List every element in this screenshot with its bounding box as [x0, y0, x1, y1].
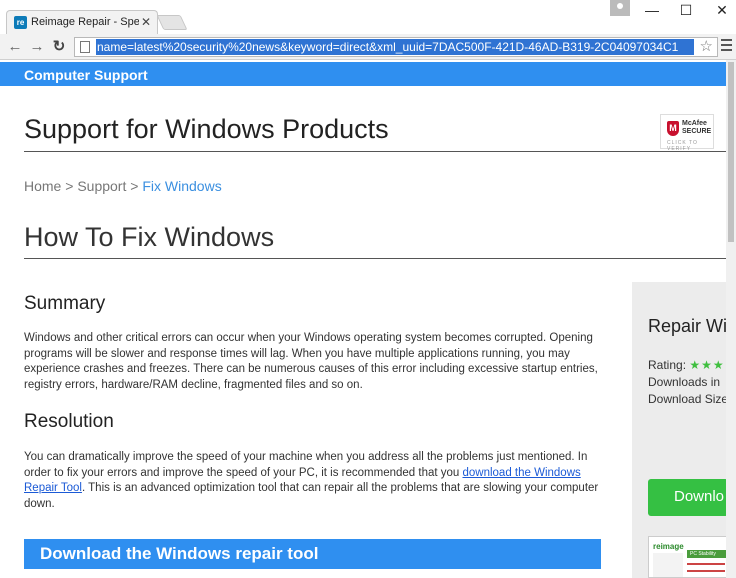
sidebar-rating: Rating: ★★★: [648, 358, 725, 372]
title-divider: [24, 151, 726, 152]
menu-icon[interactable]: [721, 39, 732, 54]
screenshot-row: [687, 563, 725, 565]
browser-tab[interactable]: re Reimage Repair - Speed u ✕: [6, 10, 158, 34]
maximize-button[interactable]: ☐: [676, 2, 696, 19]
sidebar-panel: Repair Wi Rating: ★★★ Downloads in Downl…: [632, 282, 726, 578]
page-scrollbar[interactable]: [726, 60, 736, 578]
breadcrumb-current[interactable]: Fix Windows: [142, 178, 221, 194]
screenshot-sidebar: [653, 553, 683, 577]
sidebar-download-label: Downlo: [674, 488, 725, 505]
close-window-button[interactable]: ✕: [712, 2, 732, 19]
breadcrumb-support[interactable]: Support: [77, 178, 126, 194]
breadcrumb-home[interactable]: Home: [24, 178, 61, 194]
sidebar-size: Download Size: [648, 392, 726, 406]
minimize-button[interactable]: —: [642, 2, 662, 18]
scrollbar-thumb[interactable]: [728, 62, 734, 242]
breadcrumb: Home > Support > Fix Windows: [24, 178, 222, 194]
badge-brand: McAfee: [682, 120, 707, 127]
profile-icon[interactable]: [610, 0, 630, 16]
section-title: How To Fix Windows: [24, 222, 275, 252]
download-banner[interactable]: Download the Windows repair tool: [24, 539, 601, 569]
reload-icon[interactable]: ↻: [50, 38, 68, 56]
new-tab-button[interactable]: [156, 15, 188, 30]
address-bar[interactable]: name=latest%20security%20news&keyword=di…: [74, 37, 718, 57]
resolution-text: You can dramatically improve the speed o…: [24, 451, 599, 510]
screenshot-row: [687, 570, 725, 572]
url-text[interactable]: name=latest%20security%20news&keyword=di…: [96, 39, 694, 55]
forward-icon[interactable]: →: [28, 38, 46, 56]
browser-titlebar: re Reimage Repair - Speed u ✕ — ☐ ✕: [0, 0, 736, 34]
page-icon: [80, 41, 90, 53]
sidebar-downloads: Downloads in: [648, 375, 721, 389]
page-title: Support for Windows Products: [24, 114, 389, 144]
tab-close-icon[interactable]: ✕: [141, 15, 151, 29]
sidebar-download-button[interactable]: Downlo: [648, 479, 726, 516]
rating-stars-icon: ★★★: [689, 358, 725, 372]
download-banner-label: Download the Windows repair tool: [40, 544, 319, 563]
product-screenshot: reimage PC Stability: [648, 536, 726, 578]
badge-secure: SECURE: [682, 128, 712, 135]
top-bar: Computer Support: [0, 62, 726, 86]
browser-toolbar: ← → ↻ name=latest%20security%20news&keyw…: [0, 34, 736, 60]
sidebar-title: Repair Wi: [648, 316, 726, 336]
mcafee-secure-badge[interactable]: M McAfee SECURE CLICK TO VERIFY: [660, 114, 714, 152]
reimage-favicon-icon: re: [14, 16, 27, 29]
mcafee-shield-icon: M: [667, 121, 679, 136]
screenshot-header: PC Stability: [687, 550, 726, 558]
summary-heading: Summary: [24, 293, 106, 314]
page-viewport: Computer Support Support for Windows Pro…: [0, 60, 726, 578]
resolution-heading: Resolution: [24, 411, 114, 432]
tab-title: Reimage Repair - Speed u: [31, 16, 139, 28]
star-icon[interactable]: ☆: [700, 38, 713, 56]
back-icon[interactable]: ←: [6, 38, 24, 56]
reimage-logo: reimage: [653, 542, 684, 551]
site-title-link[interactable]: Computer Support: [24, 67, 148, 83]
section-divider: [24, 258, 726, 259]
summary-text: Windows and other critical errors can oc…: [24, 332, 598, 391]
